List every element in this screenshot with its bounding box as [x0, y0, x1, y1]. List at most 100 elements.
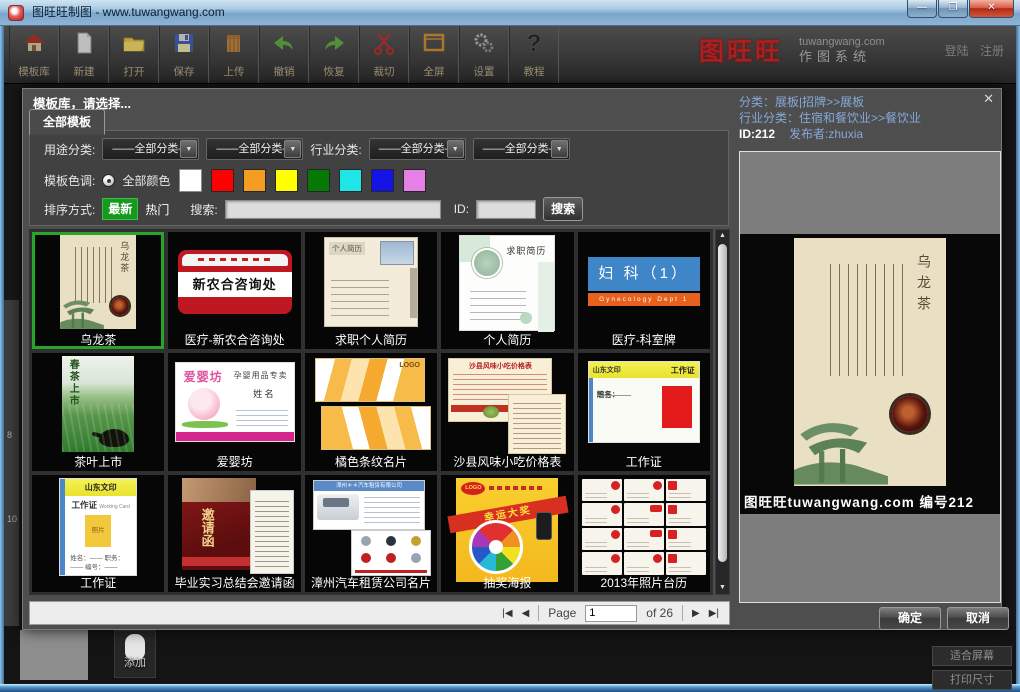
color-swatch-cyan[interactable] — [339, 169, 362, 192]
cancel-button[interactable]: 取消 — [947, 607, 1009, 630]
template-tile-resume-2[interactable]: 求职简历 个人简历 — [441, 232, 573, 349]
template-tile-snack-pricelist[interactable]: 沙县风味小吃价格表 沙县风味小吃价格表 — [441, 353, 573, 470]
next-page-button[interactable]: ▶ — [692, 608, 700, 619]
prev-page-button[interactable]: ◀ — [522, 608, 530, 619]
tile-label: 沙县风味小吃价格表 — [441, 453, 573, 470]
card-back — [321, 406, 431, 450]
crop-button[interactable]: 裁切 — [359, 26, 409, 83]
register-link[interactable]: 注册 — [980, 44, 1004, 58]
close-button[interactable]: ✕ — [969, 0, 1014, 18]
save-button[interactable]: 保存 — [159, 26, 209, 83]
tile-label: 医疗-新农合咨询处 — [168, 331, 300, 348]
template-tile-dept-sign[interactable]: 妇 科（1） Gynecology Dept 1 医疗-科室牌 — [578, 232, 710, 349]
template-tile-photo-calendar[interactable]: 2013年照片台历 — [578, 475, 710, 592]
scrollbar-thumb[interactable] — [718, 244, 727, 562]
all-colors-label: 全部颜色 — [122, 172, 170, 189]
save-icon — [171, 30, 197, 64]
usage-category-label: 用途分类: — [44, 141, 95, 158]
scroll-down-icon[interactable]: ▼ — [716, 582, 729, 594]
minimize-button[interactable]: — — [907, 0, 937, 18]
ok-button[interactable]: 确定 — [879, 607, 941, 630]
tutorial-button[interactable]: ? 教程 — [509, 26, 559, 83]
industry-category-dropdown-2[interactable]: ——全部分类—▼ — [473, 138, 570, 160]
new-button[interactable]: 新建 — [59, 26, 109, 83]
brand-text: 爱婴坊 — [184, 368, 223, 385]
login-link[interactable]: 登陆 — [945, 44, 969, 58]
all-colors-radio[interactable] — [102, 174, 115, 187]
text-lines — [255, 497, 289, 567]
resume-tag: 个人简历 — [329, 242, 365, 255]
ruler-mark: 10 — [7, 514, 17, 524]
tab-all-templates[interactable]: 全部模板 — [29, 109, 105, 135]
template-tile-xinnonghe[interactable]: 新农合咨询处 医疗-新农合咨询处 — [168, 232, 300, 349]
open-button[interactable]: 打开 — [109, 26, 159, 83]
settings-button[interactable]: 设置 — [459, 26, 509, 83]
text-lines — [364, 495, 420, 523]
print-size-button[interactable]: 打印尺寸 — [932, 670, 1012, 690]
chevron-down-icon[interactable]: ▼ — [551, 140, 568, 158]
sort-hot-button[interactable]: 热门 — [145, 201, 169, 218]
window-frame-right — [1016, 26, 1020, 684]
invitation-card: 邀请函 — [182, 478, 256, 570]
page-number-input[interactable] — [585, 605, 637, 622]
template-thumbnail: 山东文印 工作证 姓名： 职务： 编号： — [588, 361, 700, 443]
chevron-down-icon[interactable]: ▼ — [284, 140, 301, 158]
logo-oval: LOGO — [461, 482, 485, 495]
photo-box — [380, 241, 414, 265]
open-folder-icon — [121, 30, 147, 64]
template-tile-wulongcha[interactable]: 乌龙茶 乌龙茶 — [32, 232, 164, 349]
chevron-down-icon[interactable]: ▼ — [447, 140, 464, 158]
last-page-button[interactable]: ▶| — [709, 608, 719, 619]
industry-category-dropdown-1[interactable]: ——全部分类—▼ — [369, 138, 466, 160]
tile-label: 工作证 — [32, 574, 164, 591]
template-tile-invitation[interactable]: 邀请函 毕业实习总结会邀请函 — [168, 475, 300, 592]
color-swatch-yellow[interactable] — [275, 169, 298, 192]
sort-newest-button[interactable]: 最新 — [102, 198, 138, 220]
search-input[interactable] — [225, 200, 441, 219]
template-tile-lottery-poster[interactable]: LOGO 幸运大奖 抽奖海报 — [441, 475, 573, 592]
tile-label: 橘色条纹名片 — [305, 453, 437, 470]
banner-text: 新农合咨询处 — [178, 272, 292, 297]
template-tile-resume-1[interactable]: 个人简历 求职个人简历 — [305, 232, 437, 349]
template-preview-panel: 乌龙茶 图旺旺tuwangwang.com 编号212 — [739, 151, 1001, 603]
redo-button[interactable]: 恢复 — [309, 26, 359, 83]
usage-category-dropdown-1[interactable]: ——全部分类—▼ — [102, 138, 199, 160]
grid-scrollbar[interactable]: ▲ ▼ — [715, 229, 730, 595]
color-swatch-violet[interactable] — [403, 169, 426, 192]
id-input[interactable] — [476, 200, 536, 219]
color-swatch-blue[interactable] — [371, 169, 394, 192]
template-thumbnail: 乌龙茶 — [60, 235, 136, 329]
template-thumbnail: 漳州＊＊汽车租赁有限公司 — [311, 478, 431, 576]
category-line: 分类：展板|招牌>>展板 — [739, 94, 1001, 110]
template-library-button[interactable]: 模板库 — [9, 26, 59, 83]
paper-sheet — [250, 490, 294, 574]
color-swatch-white[interactable] — [179, 169, 202, 192]
template-tile-work-badge-h[interactable]: 山东文印 工作证 姓名： 职务： 编号： 工作证 — [578, 353, 710, 470]
color-swatch-red[interactable] — [211, 169, 234, 192]
color-swatch-green[interactable] — [307, 169, 330, 192]
page-total-label: of 26 — [646, 606, 673, 620]
scroll-up-icon[interactable]: ▲ — [716, 230, 729, 242]
template-tile-orange-card[interactable]: LOGO 橘色条纹名片 — [305, 353, 437, 470]
template-tile-baby-shop[interactable]: 爱婴坊 孕婴用品专卖 姓 名 爱婴坊 — [168, 353, 300, 470]
add-button[interactable]: 添加 — [114, 630, 156, 678]
brand-system: 作图系统 — [799, 49, 885, 65]
template-tile-work-badge-v[interactable]: 山东文印 工作证 Working Card 照片 姓名：—— 职务：—— 编号：… — [32, 475, 164, 592]
badge-title: 工作证 Working Card — [65, 499, 136, 511]
preview-watermark: 图旺旺tuwangwang.com 编号212 — [744, 491, 1000, 511]
color-swatch-orange[interactable] — [243, 169, 266, 192]
fullscreen-button[interactable]: 全屏 — [409, 26, 459, 83]
upload-button[interactable]: 上传 — [209, 26, 259, 83]
undo-button[interactable]: 撤销 — [259, 26, 309, 83]
tile-label: 茶叶上市 — [32, 453, 164, 470]
maximize-button[interactable]: ❐ — [938, 0, 968, 18]
photo-box: 照片 — [85, 515, 111, 547]
first-page-button[interactable]: |◀ — [502, 608, 512, 619]
usage-category-dropdown-2[interactable]: ——全部分类—▼ — [206, 138, 303, 160]
search-button[interactable]: 搜索 — [543, 197, 583, 221]
template-tile-tea-launch[interactable]: 春茶上市 茶叶上市 — [32, 353, 164, 470]
chevron-down-icon[interactable]: ▼ — [180, 140, 197, 158]
tile-label: 爱婴坊 — [168, 453, 300, 470]
template-tile-car-rental-card[interactable]: 漳州＊＊汽车租赁有限公司 漳州汽车租赁公司名片 — [305, 475, 437, 592]
fit-screen-button[interactable]: 适合屏幕 — [932, 646, 1012, 666]
